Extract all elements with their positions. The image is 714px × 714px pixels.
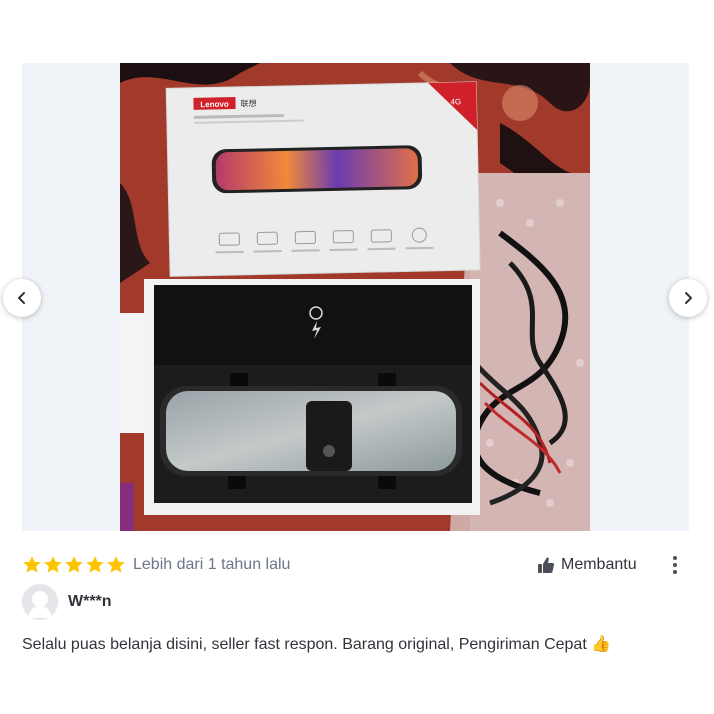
star-rating — [22, 555, 126, 575]
star-icon — [107, 556, 125, 573]
star-icon — [23, 556, 41, 573]
review-date: Lebih dari 1 tahun lalu — [133, 556, 291, 573]
review-text: Selalu puas belanja disini, seller fast … — [22, 636, 612, 653]
review-meta-row: Lebih dari 1 tahun lalu Membantu — [22, 552, 690, 578]
helpful-button[interactable]: Membantu — [537, 552, 637, 578]
dashcam-product-photo: Lenovo 联想 4G — [120, 63, 590, 531]
review-photo[interactable]: Lenovo 联想 4G — [120, 63, 590, 531]
chevron-right-icon — [685, 292, 692, 304]
star-icon — [44, 556, 62, 573]
box-brand-logo: Lenovo — [200, 100, 229, 110]
prev-image-button[interactable] — [3, 279, 41, 317]
star-icon — [86, 556, 104, 573]
helpful-label: Membantu — [561, 556, 637, 573]
review-image-gallery: Lenovo 联想 4G — [22, 63, 689, 531]
avatar — [22, 584, 58, 620]
star-icon — [65, 556, 83, 573]
more-vertical-icon — [673, 556, 677, 560]
box-brand-cn: 联想 — [240, 98, 256, 108]
thumbs-up-icon — [538, 557, 555, 573]
reviewer-row: W***n — [22, 583, 112, 621]
more-options-button[interactable] — [666, 552, 684, 578]
user-avatar-icon — [22, 584, 58, 620]
chevron-left-icon — [18, 292, 25, 304]
next-image-button[interactable] — [669, 279, 707, 317]
box-4g-badge: 4G — [450, 97, 461, 106]
reviewer-name: W***n — [68, 593, 112, 610]
